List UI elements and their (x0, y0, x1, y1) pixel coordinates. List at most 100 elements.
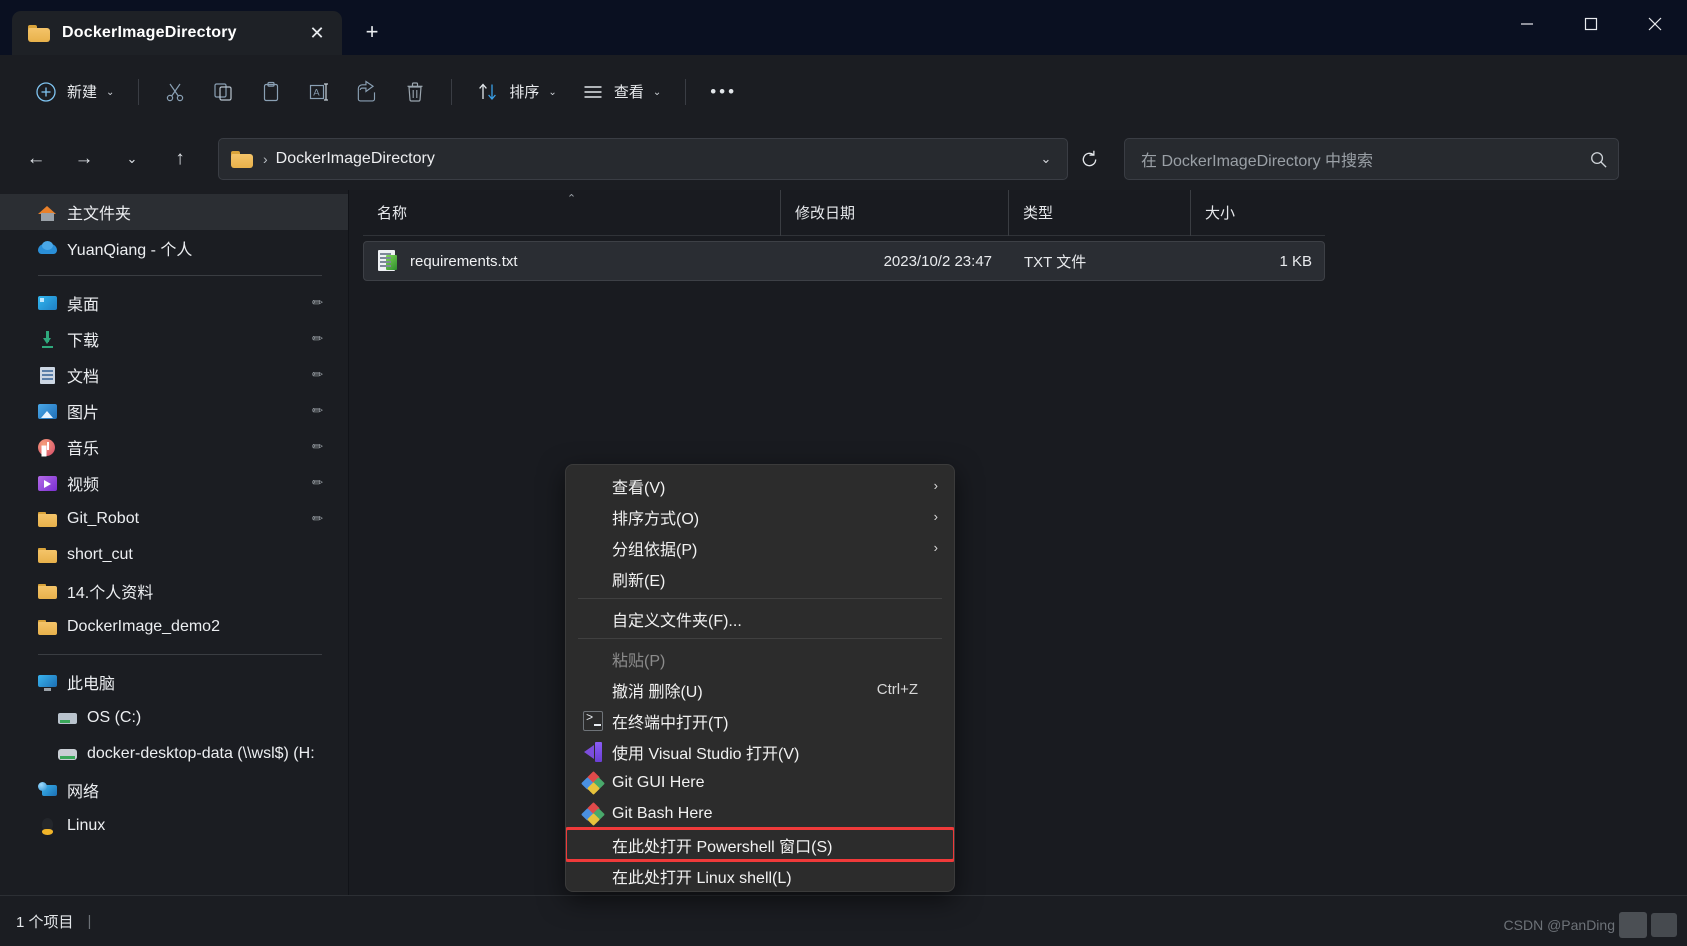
cut-button[interactable] (151, 71, 199, 113)
network-icon (38, 781, 57, 800)
file-name-label: requirements.txt (410, 252, 518, 270)
command-bar: 新建 ⌄ A 排序 ⌄ 查看 ⌄ ••• (0, 55, 1687, 128)
pin-icon[interactable]: ✐ (307, 365, 326, 384)
clipboard-icon (264, 81, 279, 101)
chevron-down-icon[interactable]: ⌄ (1031, 143, 1061, 175)
column-header-name[interactable]: 名称 ⌃ (363, 189, 781, 236)
file-name-cell[interactable]: requirements.txt (364, 250, 782, 272)
new-button[interactable]: 新建 ⌄ (22, 71, 126, 113)
menu-item-10[interactable]: Git Bash Here (566, 798, 954, 829)
sidebar-item-label: Linux (67, 817, 106, 834)
visual-studio-icon (583, 741, 603, 762)
sort-icon (479, 83, 497, 100)
menu-item-1[interactable]: 排序方式(O) › (566, 501, 954, 532)
pin-icon[interactable]: ✐ (307, 401, 326, 420)
menu-item-8[interactable]: 使用 Visual Studio 打开(V) (566, 736, 954, 767)
sidebar-item-3[interactable]: 网络 (0, 772, 348, 808)
pin-icon[interactable]: ✐ (307, 473, 326, 492)
maximize-icon[interactable] (1559, 0, 1623, 48)
menu-item-label: 排序方式(O) (612, 510, 700, 528)
share-button[interactable] (343, 71, 391, 113)
sidebar-item-4[interactable]: 音乐 ✐ (0, 429, 348, 465)
sidebar-item-label: 视频 (67, 477, 100, 494)
sidebar-item-1[interactable]: YuanQiang - 个人 (0, 230, 348, 266)
sidebar-item-8[interactable]: 14.个人资料 (0, 573, 348, 609)
column-header-date[interactable]: 修改日期 (781, 189, 1009, 236)
network-drive-icon (58, 745, 77, 764)
tab-dockerimagedirectory[interactable]: DockerImageDirectory ✕ (12, 11, 342, 55)
sidebar-item-label: OS (C:) (87, 709, 142, 726)
sidebar-item-0[interactable]: 此电脑 (0, 664, 348, 700)
minimize-icon[interactable] (1495, 0, 1559, 48)
column-header-type[interactable]: 类型 (1009, 189, 1191, 236)
more-options-button[interactable]: ••• (698, 71, 749, 113)
forward-button[interactable]: → (64, 139, 104, 179)
sidebar-item-2[interactable]: 文档 ✐ (0, 357, 348, 393)
menu-item-label: Git GUI Here (612, 773, 705, 791)
menu-item-6[interactable]: 撤消 删除(U) Ctrl+Z (566, 674, 954, 705)
sidebar-item-3[interactable]: 图片 ✐ (0, 393, 348, 429)
breadcrumb-current[interactable]: DockerImageDirectory (276, 150, 435, 168)
table-row[interactable]: requirements.txt 2023/10/2 23:47 TXT 文件 1 K… (363, 241, 1325, 281)
sidebar-item-4[interactable]: Linux (0, 808, 348, 844)
menu-item-9[interactable]: Git GUI Here (566, 767, 954, 798)
pin-icon[interactable]: ✐ (307, 293, 326, 312)
navigation-pane: 主文件夹 YuanQiang - 个人 桌面 ✐ 下载 ✐ 文档 ✐ 图片 ✐ 音乐 ✐ 视频 ✐ Git_… (0, 190, 349, 895)
search-input[interactable]: 在 DockerImageDirectory 中搜索 (1141, 147, 1589, 171)
column-header-size[interactable]: 大小 (1191, 190, 1323, 236)
close-window-icon[interactable] (1623, 0, 1687, 48)
menu-item-0[interactable]: 查看(V) › (566, 470, 954, 501)
column-headers: 名称 ⌃ 修改日期 类型 大小 (363, 189, 1325, 236)
menu-item-icon-holder (580, 801, 606, 826)
pin-icon[interactable]: ✐ (307, 329, 326, 348)
delete-button[interactable] (391, 71, 439, 113)
new-tab-icon[interactable]: + (352, 12, 392, 52)
rename-button[interactable]: A (295, 71, 343, 113)
breadcrumb: › DockerImageDirectory (231, 150, 1031, 168)
refresh-button[interactable] (1068, 138, 1110, 180)
tab-strip: DockerImageDirectory ✕ + (0, 0, 392, 55)
menu-item-2[interactable]: 分组依据(P) › (566, 532, 954, 563)
address-bar[interactable]: › DockerImageDirectory ⌄ (218, 138, 1068, 180)
pin-icon[interactable]: ✐ (307, 509, 326, 528)
back-button[interactable]: ← (16, 139, 56, 179)
navigation-bar: ← → ⌄ ↑ › DockerImageDirectory ⌄ 在 Docke… (0, 128, 1687, 190)
paste-button[interactable] (247, 71, 295, 113)
sidebar-item-label: 主文件夹 (67, 206, 132, 223)
tab-title: DockerImageDirectory (62, 24, 237, 41)
chevron-down-icon: ⌄ (652, 87, 662, 98)
pin-icon[interactable]: ✐ (307, 437, 326, 456)
copy-button[interactable] (199, 71, 247, 113)
view-button[interactable]: 查看 ⌄ (569, 71, 673, 113)
close-tab-icon[interactable]: ✕ (302, 18, 332, 48)
sort-button[interactable]: 排序 ⌄ (464, 71, 568, 113)
menu-item-11[interactable]: 在此处打开 Powershell 窗口(S) (566, 827, 954, 862)
search-box[interactable]: 在 DockerImageDirectory 中搜索 (1124, 138, 1619, 180)
sidebar-item-7[interactable]: short_cut (0, 537, 348, 573)
sidebar-item-6[interactable]: Git_Robot ✐ (0, 501, 348, 537)
menu-item-7[interactable]: 在终端中打开(T) (566, 705, 954, 736)
divider (138, 78, 140, 105)
recent-locations-button[interactable]: ⌄ (112, 139, 152, 179)
sidebar-item-1[interactable]: 下载 ✐ (0, 321, 348, 357)
this-pc-icon (38, 673, 57, 692)
menu-item-12[interactable]: 在此处打开 Linux shell(L) (566, 860, 954, 891)
sidebar-item-2[interactable]: docker-desktop-data (\\wsl$) (H: (0, 736, 348, 772)
sidebar-item-label: 文档 (67, 369, 100, 386)
menu-item-label: 在此处打开 Linux shell(L) (612, 869, 792, 887)
file-list-pane: 名称 ⌃ 修改日期 类型 大小 requirements.txt 2023/10/2 23… (349, 189, 1687, 895)
sidebar-item-9[interactable]: DockerImage_demo2 (0, 609, 348, 645)
menu-item-label: 刷新(E) (612, 572, 666, 590)
context-menu[interactable]: 查看(V) › 排序方式(O) › 分组依据(P) › 刷新(E) 自定义文件夹(F)... 粘… (565, 464, 955, 892)
sidebar-item-label: 14.个人资料 (67, 585, 154, 602)
sidebar-item-0[interactable]: 主文件夹 (0, 194, 348, 230)
sort-button-label: 排序 (509, 84, 540, 101)
sidebar-item-5[interactable]: 视频 ✐ (0, 465, 348, 501)
sidebar-item-label: YuanQiang - 个人 (67, 242, 193, 259)
sidebar-item-0[interactable]: 桌面 ✐ (0, 285, 348, 321)
sidebar-item-1[interactable]: OS (C:) (0, 700, 348, 736)
search-icon[interactable] (1589, 150, 1608, 169)
menu-item-3[interactable]: 刷新(E) (566, 563, 954, 594)
up-button[interactable]: ↑ (160, 139, 200, 179)
menu-item-4[interactable]: 自定义文件夹(F)... (566, 603, 954, 634)
